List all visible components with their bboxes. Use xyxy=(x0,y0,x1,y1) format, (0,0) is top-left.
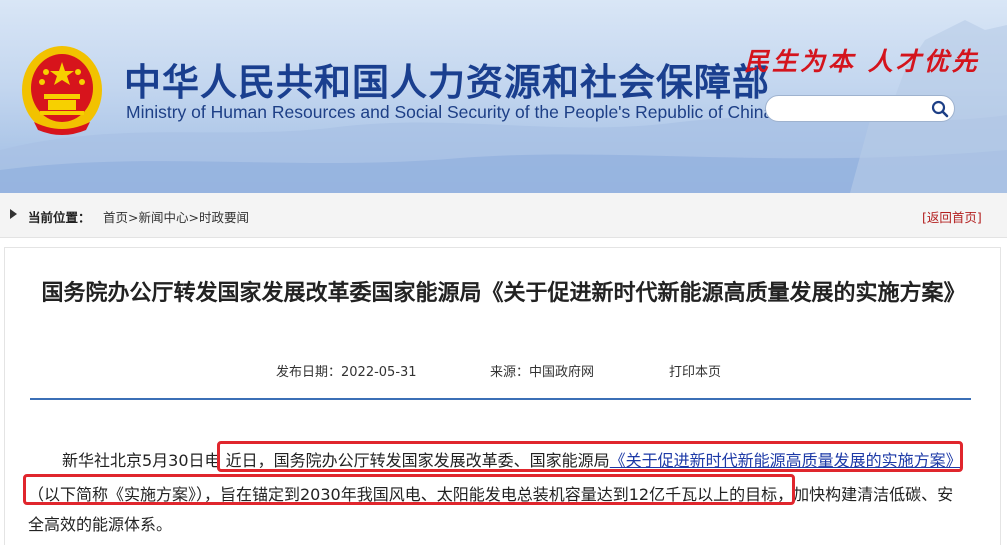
breadcrumb-home[interactable]: 首页 xyxy=(103,210,128,225)
breadcrumb: 首页>新闻中心>时政要闻 xyxy=(103,207,249,226)
ministry-title-cn: 中华人民共和国人力资源和社会保障部 xyxy=(124,61,770,104)
red-highlight-box xyxy=(217,441,963,472)
article-title: 国务院办公厅转发国家发展改革委国家能源局《关于促进新时代新能源高质量发展的实施方… xyxy=(41,281,966,306)
title-divider xyxy=(30,398,971,400)
publish-date: 发布日期：2022-05-31 xyxy=(276,365,417,380)
site-header: 中华人民共和国人力资源和社会保障部 Ministry of Human Reso… xyxy=(0,0,1007,193)
red-highlight-box xyxy=(23,474,795,505)
paragraph-line-3: 全高效的能源体系。 xyxy=(28,515,173,534)
breadcrumb-current-affairs[interactable]: 时政要闻 xyxy=(199,210,249,225)
breadcrumb-label: 当前位置： xyxy=(28,210,91,225)
back-home-link[interactable]: [返回首页] xyxy=(922,207,982,226)
breadcrumb-separator: > xyxy=(128,210,139,225)
ministry-title-en: Ministry of Human Resources and Social S… xyxy=(126,102,774,122)
breadcrumb-news-center[interactable]: 新闻中心 xyxy=(139,210,189,225)
breadcrumb-separator: > xyxy=(188,210,199,225)
print-page-link[interactable]: 打印本页 xyxy=(669,361,721,380)
search-box[interactable] xyxy=(765,95,955,122)
slogan: 民生为本 人才优先 xyxy=(744,47,980,76)
search-input[interactable] xyxy=(778,99,932,120)
article-source: 来源：中国政府网 xyxy=(490,365,595,380)
national-emblem-icon xyxy=(22,46,102,135)
dateline: 新华社北京5月30日电 xyxy=(62,451,226,470)
search-icon[interactable] xyxy=(930,99,950,119)
breadcrumb-arrow-icon xyxy=(10,209,17,219)
body-text: 加快构建清洁低碳、安 xyxy=(793,485,954,504)
